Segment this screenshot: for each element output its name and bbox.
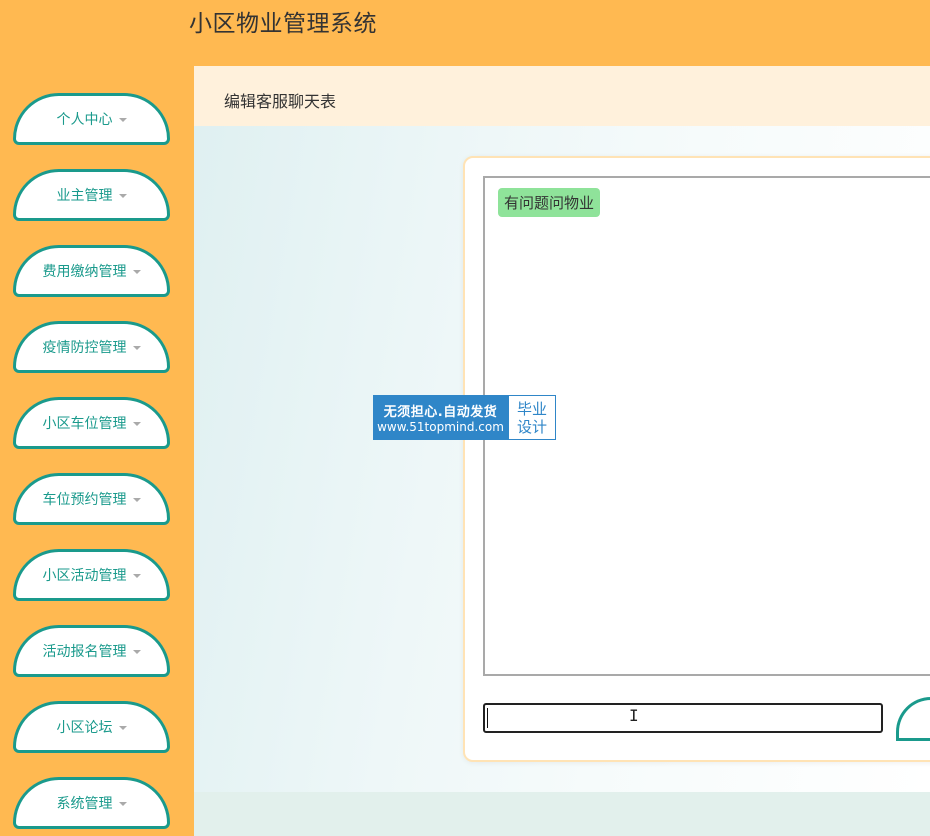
sidebar-item-personal-center[interactable]: 个人中心: [13, 93, 170, 145]
sidebar-item-label: 个人中心: [56, 112, 113, 128]
chevron-down-icon: [132, 650, 141, 654]
watermark: 无须担心.自动发货 www.51topmind.com 毕业 设计: [373, 395, 556, 440]
page-title: 编辑客服聊天表: [224, 92, 337, 111]
sidebar-item-label: 活动报名管理: [42, 644, 127, 660]
sidebar: 个人中心 业主管理 费用缴纳管理 疫情防控管理 小区车位管理 车位预约管理 小区…: [0, 66, 194, 836]
chevron-down-icon: [118, 802, 127, 806]
sidebar-item-label: 小区车位管理: [42, 416, 127, 432]
text-caret: [487, 708, 488, 728]
watermark-url: www.51topmind.com: [377, 420, 504, 434]
text-cursor-icon: I: [629, 706, 639, 725]
chevron-down-icon: [132, 422, 141, 426]
watermark-slogan: 无须担心.自动发货: [383, 405, 498, 420]
app-title: 小区物业管理系统: [189, 11, 377, 37]
chevron-down-icon: [118, 194, 127, 198]
sidebar-item-forum[interactable]: 小区论坛: [13, 701, 170, 753]
sidebar-item-label: 系统管理: [56, 796, 113, 812]
chevron-down-icon: [118, 726, 127, 730]
chevron-down-icon: [118, 118, 127, 122]
sidebar-item-label: 小区活动管理: [42, 568, 127, 584]
sidebar-item-label: 车位预约管理: [42, 492, 127, 508]
watermark-badge: 毕业 设计: [508, 395, 556, 440]
sidebar-item-owner-management[interactable]: 业主管理: [13, 169, 170, 221]
watermark-main: 无须担心.自动发货 www.51topmind.com: [373, 395, 508, 440]
chevron-down-icon: [132, 346, 141, 350]
sidebar-item-parking-space[interactable]: 小区车位管理: [13, 397, 170, 449]
sidebar-item-label: 疫情防控管理: [42, 340, 127, 356]
sidebar-item-label: 小区论坛: [56, 720, 113, 736]
sidebar-item-parking-reservation[interactable]: 车位预约管理: [13, 473, 170, 525]
watermark-badge-line2: 设计: [516, 417, 547, 436]
sidebar-item-epidemic-control[interactable]: 疫情防控管理: [13, 321, 170, 373]
sidebar-item-label: 费用缴纳管理: [42, 264, 127, 280]
sidebar-item-label: 业主管理: [56, 188, 113, 204]
chevron-down-icon: [132, 270, 141, 274]
sidebar-item-fee-payment[interactable]: 费用缴纳管理: [13, 245, 170, 297]
sidebar-item-system-management[interactable]: 系统管理: [13, 777, 170, 829]
sidebar-item-activity-signup[interactable]: 活动报名管理: [13, 625, 170, 677]
top-header: 小区物业管理系统: [0, 0, 930, 66]
footer-strip: [194, 792, 930, 836]
chevron-down-icon: [132, 574, 141, 578]
watermark-badge-line1: 毕业: [516, 399, 547, 418]
chat-message-bubble: 有问题问物业: [498, 188, 601, 217]
breadcrumb: 编辑客服聊天表: [194, 66, 930, 126]
message-input[interactable]: [483, 703, 883, 733]
sidebar-item-community-activity[interactable]: 小区活动管理: [13, 549, 170, 601]
chevron-down-icon: [132, 498, 141, 502]
